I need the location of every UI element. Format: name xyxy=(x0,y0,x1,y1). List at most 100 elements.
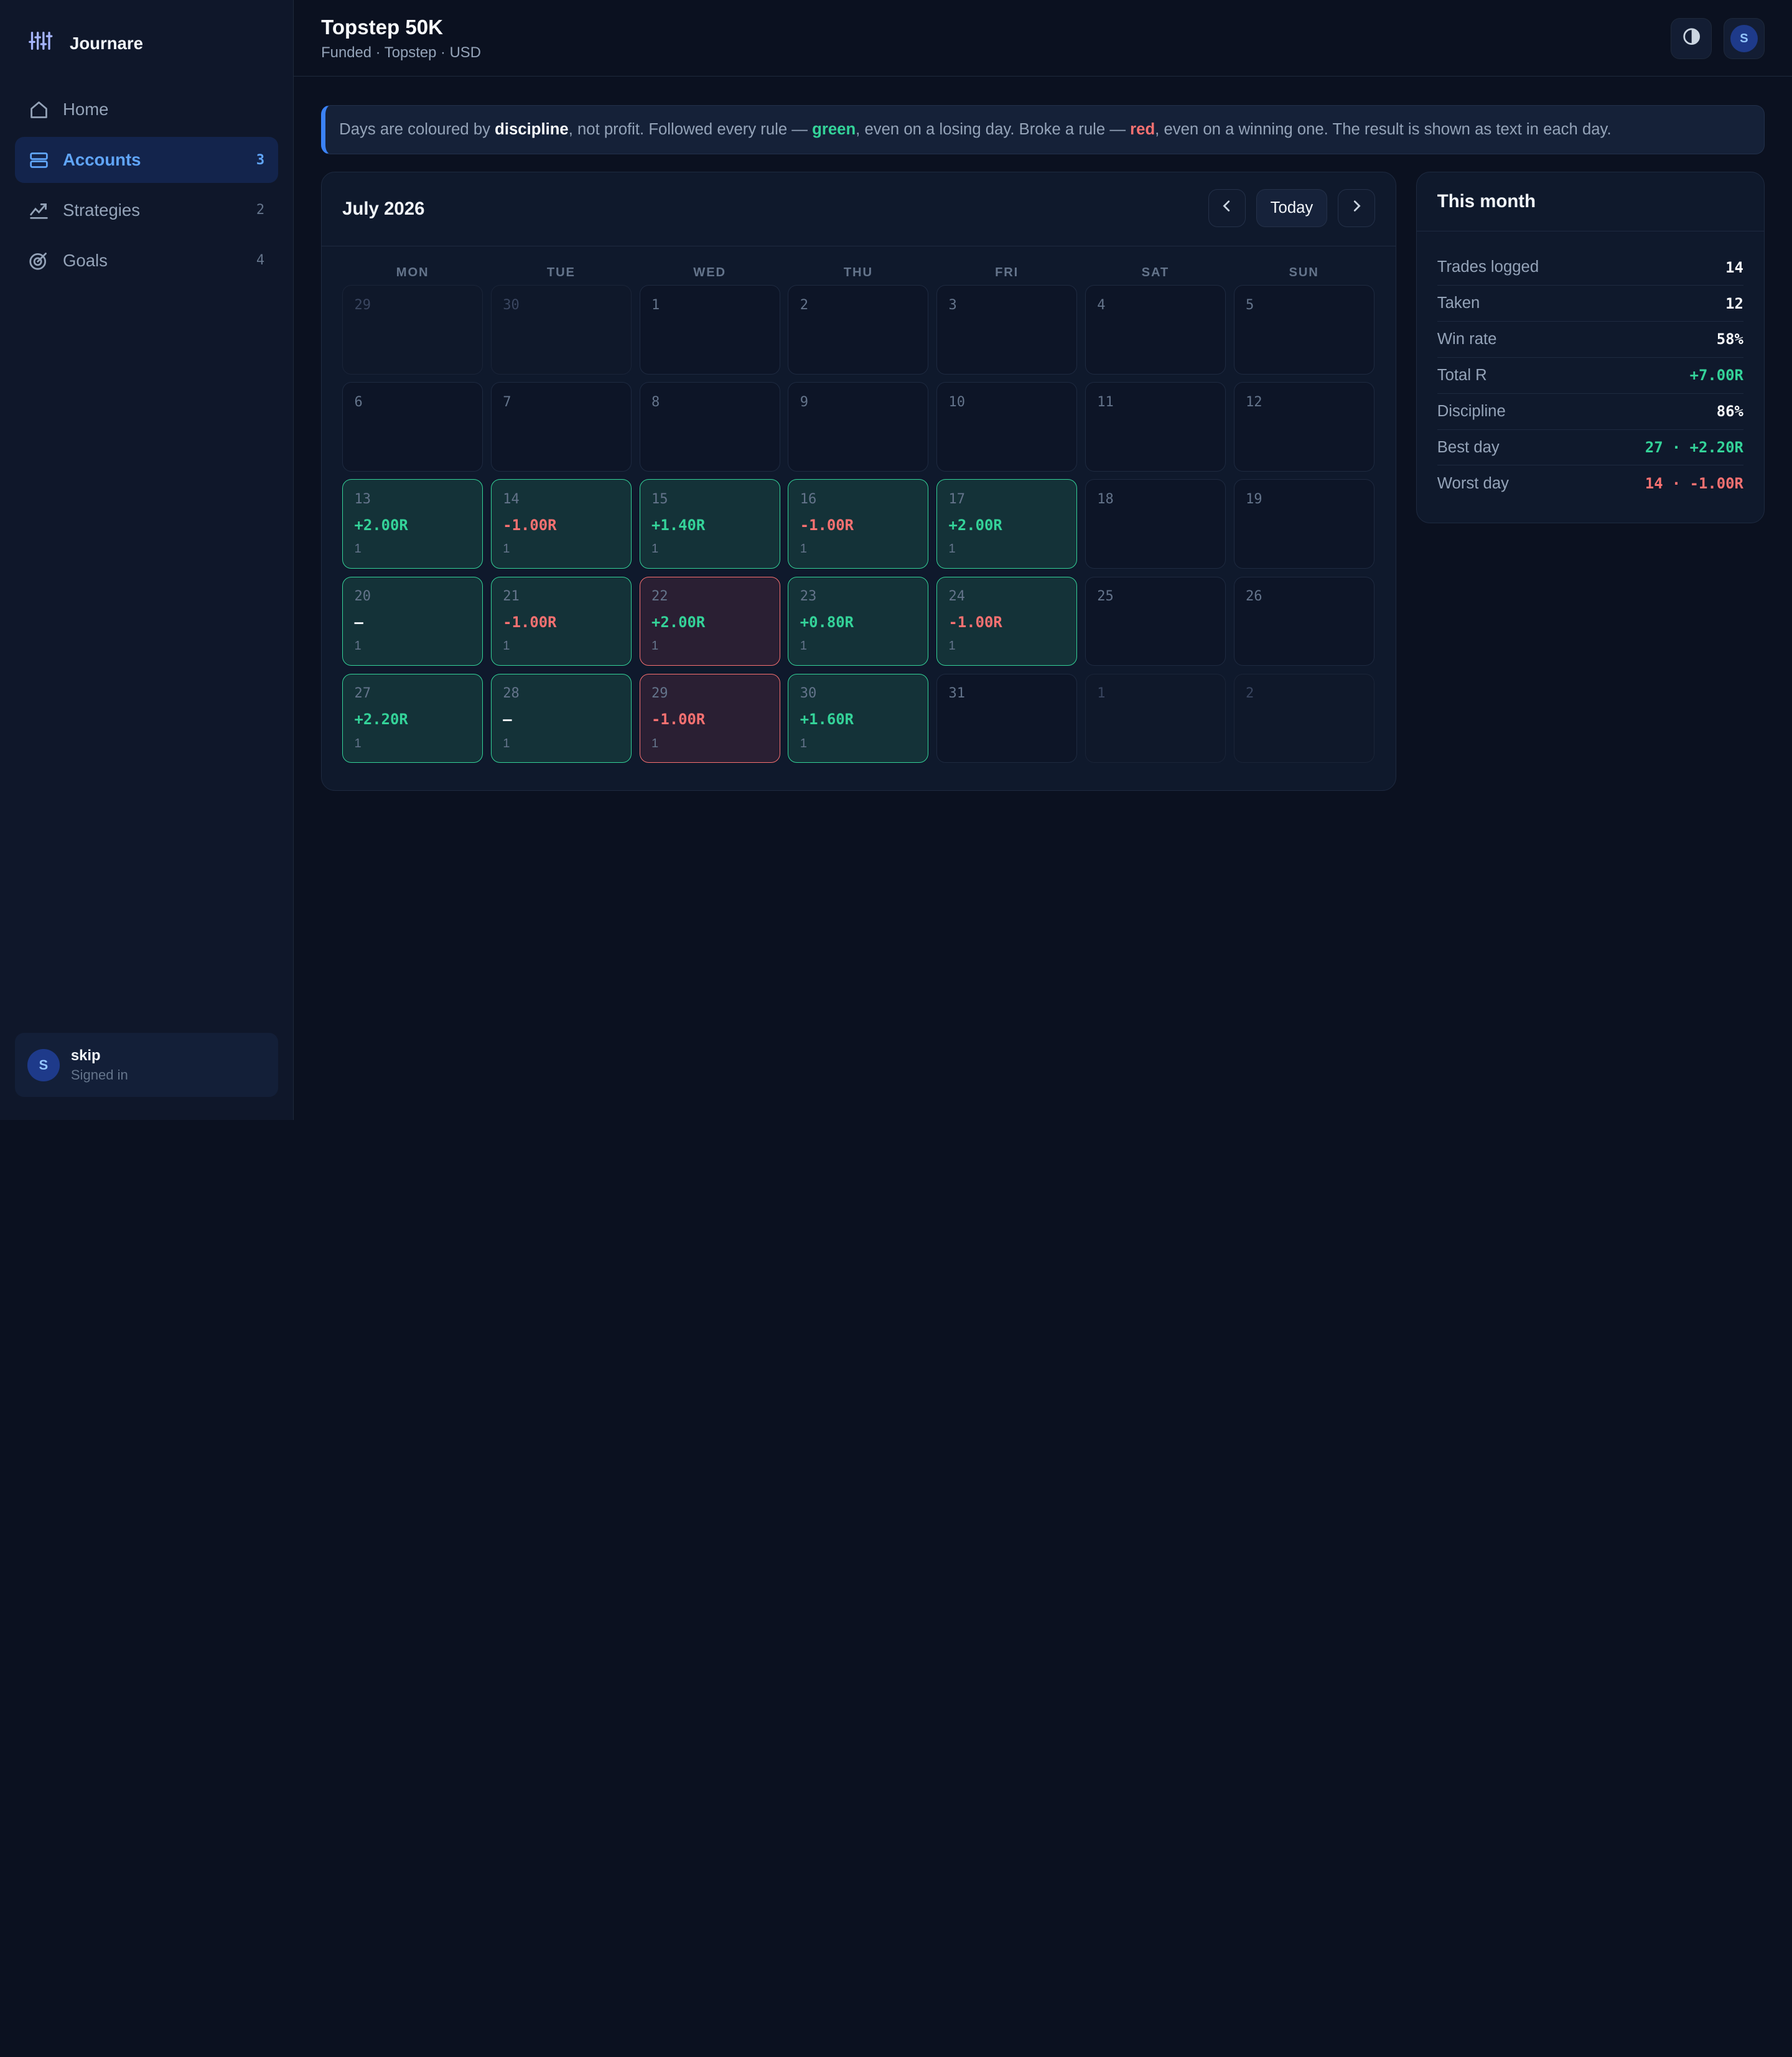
prev-month-button[interactable] xyxy=(1208,189,1246,227)
day-result: -1.00R xyxy=(503,613,557,631)
day-number: 12 xyxy=(1246,394,1262,410)
stats-list: Trades logged 14 Taken 12 Win rate 58% Total R… xyxy=(1417,231,1764,501)
calendar-day[interactable]: 19 xyxy=(1233,479,1374,569)
stat-label: Worst day xyxy=(1437,474,1509,492)
calendar-day[interactable]: 24 -1.00R 1 xyxy=(936,576,1078,666)
stat-label: Discipline xyxy=(1437,402,1506,420)
stat-row: Worst day 14 · -1.00R xyxy=(1437,465,1743,501)
brand[interactable]: Journare xyxy=(15,0,278,87)
calendar-day[interactable]: 10 xyxy=(936,382,1078,472)
next-month-button[interactable] xyxy=(1337,189,1376,227)
day-number: 20 xyxy=(354,588,371,604)
banner-text: Days are coloured by discipline, not pro… xyxy=(339,120,1612,138)
day-number: 23 xyxy=(800,588,817,604)
day-result: +2.00R xyxy=(651,613,706,631)
calendar-day[interactable]: 17 +2.00R 1 xyxy=(936,479,1078,569)
sidebar-item-label: Goals xyxy=(62,250,108,270)
day-trade-count: 1 xyxy=(503,639,510,653)
theme-toggle-button[interactable] xyxy=(1671,18,1712,60)
calendar-day[interactable]: 8 xyxy=(639,382,780,472)
sidebar-item-goals[interactable]: Goals 4 xyxy=(15,238,278,283)
calendar-day[interactable]: 15 +1.40R 1 xyxy=(639,479,780,569)
calendar-day[interactable]: 9 xyxy=(788,382,929,472)
day-number: 30 xyxy=(800,686,817,702)
calendar-day[interactable]: 12 xyxy=(1233,382,1374,472)
app-shell: Journare Home Accounts 3 Strategies 2 Goals 4 … xyxy=(0,0,1792,1120)
calendar-day[interactable]: 18 xyxy=(1085,479,1226,569)
banner-red-word: red xyxy=(1130,120,1155,138)
top-bar: Topstep 50K Funded · Topstep · USD S xyxy=(294,0,1792,77)
day-number: 3 xyxy=(948,297,957,313)
calendar-day[interactable]: 31 xyxy=(936,673,1078,763)
weekday-label: MON xyxy=(396,266,429,280)
calendar-grid: 29 30 1 2 3 4 5 6 7 8 9 10 11 12 13 +2.00R 1 14 -1.00R 1 15 +… xyxy=(322,285,1396,763)
calendar-day[interactable]: 11 xyxy=(1085,382,1226,472)
calendar-day[interactable]: 1 xyxy=(1085,673,1226,763)
calendar-day[interactable]: 29 -1.00R 1 xyxy=(639,673,780,763)
strategies-icon xyxy=(29,200,49,220)
calendar-day[interactable]: 13 +2.00R 1 xyxy=(342,479,483,569)
calendar-day[interactable]: 3 xyxy=(936,285,1078,375)
calendar-day[interactable]: 28 — 1 xyxy=(490,673,632,763)
calendar-day[interactable]: 30 +1.60R 1 xyxy=(788,673,929,763)
day-trade-count: 1 xyxy=(651,639,659,653)
profile-button[interactable]: S xyxy=(1723,18,1765,60)
app-name: Journare xyxy=(70,33,143,53)
calendar-day[interactable]: 16 -1.00R 1 xyxy=(788,479,929,569)
stat-value: 27 · +2.20R xyxy=(1645,439,1743,457)
stat-value: 14 · -1.00R xyxy=(1645,475,1743,493)
calendar-day[interactable]: 6 xyxy=(342,382,483,472)
stat-row: Best day 27 · +2.20R xyxy=(1437,430,1743,466)
avatar: S xyxy=(27,1049,60,1081)
calendar-day[interactable]: 4 xyxy=(1085,285,1226,375)
banner-green-word: green xyxy=(812,120,856,138)
weekday-label: SAT xyxy=(1141,266,1170,280)
day-number: 24 xyxy=(948,588,966,604)
calendar-day[interactable]: 23 +0.80R 1 xyxy=(788,576,929,666)
calendar-day[interactable]: 7 xyxy=(490,382,632,472)
calendar-day[interactable]: 1 xyxy=(639,285,780,375)
calendar-day[interactable]: 21 -1.00R 1 xyxy=(490,576,632,666)
sidebar-item-home[interactable]: Home xyxy=(15,87,278,133)
day-number: 22 xyxy=(651,588,668,604)
day-number: 29 xyxy=(651,686,668,702)
sidebar-item-accounts[interactable]: Accounts 3 xyxy=(14,137,279,183)
calendar-day[interactable]: 22 +2.00R 1 xyxy=(639,576,780,666)
day-result: +1.60R xyxy=(800,710,854,728)
calendar-day[interactable]: 20 — 1 xyxy=(342,576,483,666)
sidebar-item-label: Strategies xyxy=(62,200,141,220)
day-number: 4 xyxy=(1097,297,1106,313)
calendar-day[interactable]: 26 xyxy=(1233,576,1374,666)
calendar-day[interactable]: 5 xyxy=(1233,285,1374,375)
day-result: — xyxy=(354,613,363,631)
day-trade-count: 1 xyxy=(800,736,807,750)
calendar-day[interactable]: 27 +2.20R 1 xyxy=(342,673,483,763)
day-number: 2 xyxy=(1246,686,1254,702)
calendar-day[interactable]: 14 -1.00R 1 xyxy=(490,479,632,569)
sidebar-nav: Home Accounts 3 Strategies 2 Goals 4 xyxy=(14,87,279,286)
day-trade-count: 1 xyxy=(651,542,659,556)
user-card[interactable]: S skip Signed in xyxy=(14,1033,279,1098)
sidebar: Journare Home Accounts 3 Strategies 2 Goals 4 … xyxy=(0,0,294,1120)
stat-value: 14 xyxy=(1725,258,1743,276)
day-result: +1.40R xyxy=(651,516,706,534)
weekday-header: MON TUE WED THU FRI SAT SUN xyxy=(322,266,1396,284)
calendar-day[interactable]: 30 xyxy=(490,285,632,375)
discipline-info-banner: Days are coloured by discipline, not pro… xyxy=(321,105,1765,154)
calendar-day[interactable]: 2 xyxy=(788,285,929,375)
day-result: +2.00R xyxy=(948,516,1002,534)
today-button[interactable]: Today xyxy=(1256,189,1328,227)
day-number: 17 xyxy=(948,491,966,507)
calendar-day[interactable]: 25 xyxy=(1085,576,1226,666)
accounts-icon xyxy=(29,150,49,170)
day-number: 16 xyxy=(800,491,817,507)
calendar-day[interactable]: 29 xyxy=(342,285,483,375)
calendar-nav: Today xyxy=(1208,189,1376,227)
calendar-day[interactable]: 2 xyxy=(1233,673,1374,763)
sidebar-item-strategies[interactable]: Strategies 2 xyxy=(15,187,278,233)
day-trade-count: 1 xyxy=(354,639,362,653)
day-trade-count: 1 xyxy=(651,736,659,750)
day-trade-count: 1 xyxy=(948,639,956,653)
weekday-label: THU xyxy=(843,266,873,280)
day-number: 6 xyxy=(354,394,363,410)
